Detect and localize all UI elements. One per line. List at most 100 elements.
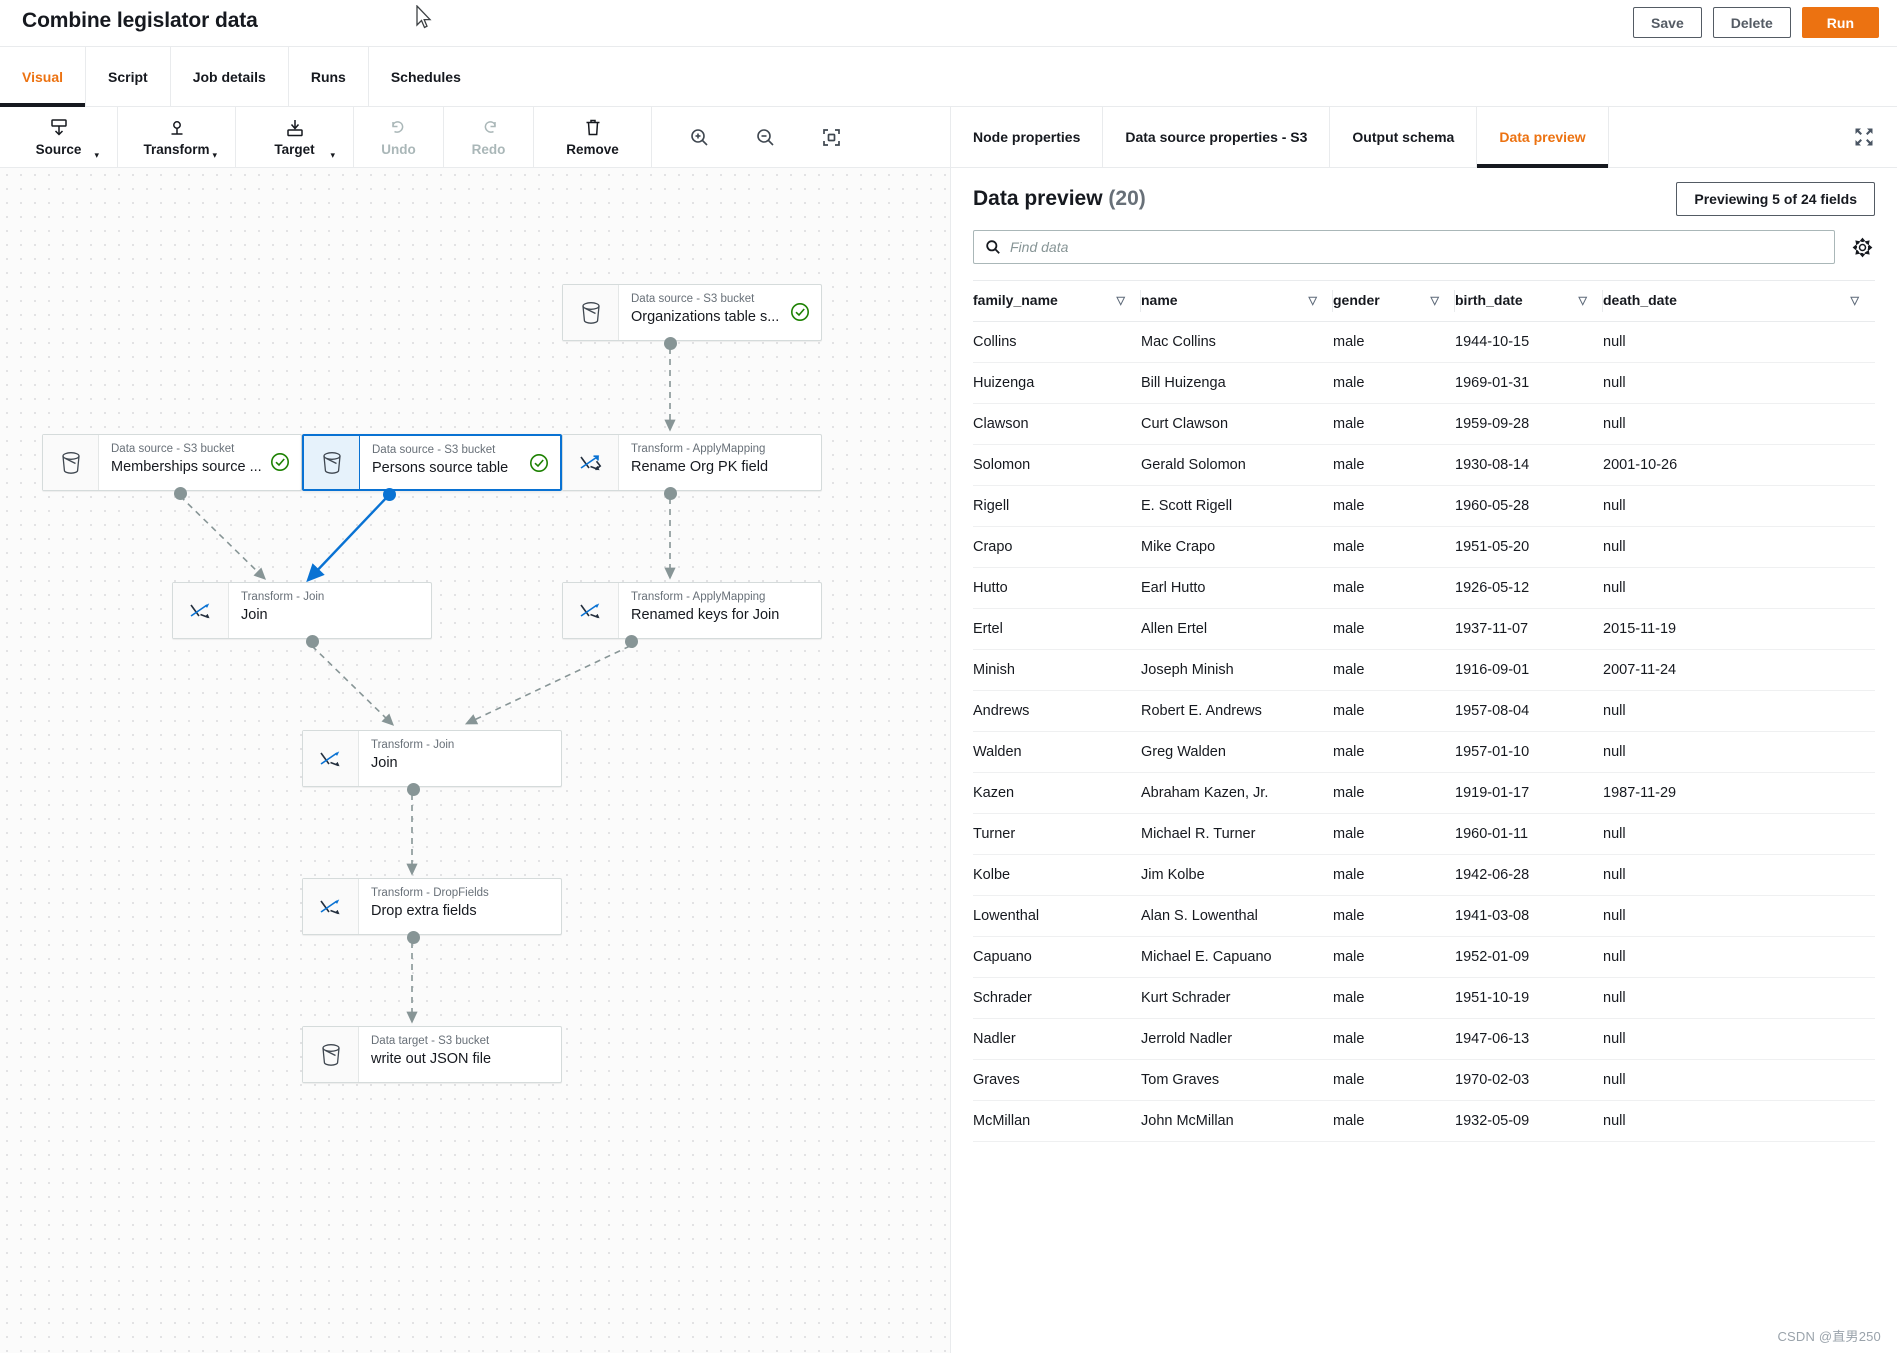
node-output-port[interactable] <box>407 931 420 944</box>
table-cell-name: Bill Huizenga <box>1141 362 1333 404</box>
column-header-gender[interactable]: gender ▽ <box>1333 280 1455 322</box>
table-cell-death-date: 2007-11-24 <box>1603 649 1875 691</box>
table-cell-gender: male <box>1333 1100 1455 1142</box>
table-row[interactable]: Lowenthal Alan S. Lowenthal male 1941-03-08… <box>973 895 1875 937</box>
node-output-port[interactable] <box>383 488 396 501</box>
sort-triangle-icon[interactable]: ▽ <box>1431 294 1439 307</box>
table-row[interactable]: Capuano Michael E. Capuano male 1952-01-09 n… <box>973 936 1875 978</box>
table-row[interactable]: Crapo Mike Crapo male 1951-05-20 null <box>973 526 1875 568</box>
graph-node-organizations-source[interactable]: Data source - S3 bucket Organizations ta… <box>562 284 822 350</box>
expand-panel-button[interactable] <box>1851 124 1877 150</box>
graph-node-write-out-json-file[interactable]: Data target - S3 bucket write out JSON f… <box>302 1026 562 1083</box>
column-header-name[interactable]: name ▽ <box>1141 280 1333 322</box>
zoom-out-button[interactable] <box>732 107 798 167</box>
table-cell-name: Kurt Schrader <box>1141 977 1333 1019</box>
search-box[interactable] <box>973 230 1835 264</box>
toolbar-redo-button[interactable]: Redo <box>444 107 534 167</box>
s3-bucket-icon <box>563 285 619 340</box>
graph-node-join-1[interactable]: Transform - Join Join <box>172 582 432 648</box>
table-cell-family-name: Lowenthal <box>973 895 1141 937</box>
tab-schedules[interactable]: Schedules <box>369 47 483 106</box>
table-row[interactable]: Solomon Gerald Solomon male 1930-08-14 2001-… <box>973 444 1875 486</box>
toolbar-source-button[interactable]: Source ▾ <box>0 107 118 167</box>
column-header-death-date[interactable]: death_date ▽ <box>1603 280 1875 322</box>
previewing-fields-button[interactable]: Previewing 5 of 24 fields <box>1676 182 1875 216</box>
toolbar-remove-label: Remove <box>566 142 619 157</box>
table-cell-name: Robert E. Andrews <box>1141 690 1333 732</box>
table-row[interactable]: McMillan John McMillan male 1932-05-09 null <box>973 1100 1875 1142</box>
table-row[interactable]: Turner Michael R. Turner male 1960-01-11 nul… <box>973 813 1875 855</box>
table-row[interactable]: Huizenga Bill Huizenga male 1969-01-31 null <box>973 362 1875 404</box>
column-label: family_name <box>973 292 1058 308</box>
delete-button[interactable]: Delete <box>1712 7 1791 38</box>
table-row[interactable]: Andrews Robert E. Andrews male 1957-08-04 nu… <box>973 690 1875 732</box>
run-button[interactable]: Run <box>1801 7 1879 38</box>
table-cell-family-name: McMillan <box>973 1100 1141 1142</box>
target-icon <box>286 120 303 137</box>
node-type-label: Data source - S3 bucket <box>631 293 755 305</box>
toolbar-transform-label: Transform <box>143 142 210 157</box>
table-row[interactable]: Schrader Kurt Schrader male 1951-10-19 null <box>973 977 1875 1019</box>
node-output-port[interactable] <box>664 337 677 350</box>
tab-output-schema[interactable]: Output schema <box>1330 107 1478 167</box>
preview-settings-button[interactable] <box>1849 234 1875 260</box>
visual-graph-canvas[interactable]: Data source - S3 bucket Memberships sour… <box>0 168 950 1353</box>
table-row[interactable]: Clawson Curt Clawson male 1959-09-28 null <box>973 403 1875 445</box>
toolbar-undo-button[interactable]: Undo <box>354 107 444 167</box>
toolbar-target-button[interactable]: Target ▾ <box>236 107 354 167</box>
column-header-family-name[interactable]: family_name ▽ <box>973 280 1141 322</box>
column-label: birth_date <box>1455 292 1523 308</box>
tab-script[interactable]: Script <box>86 47 171 106</box>
tab-runs[interactable]: Runs <box>289 47 369 106</box>
search-input[interactable] <box>1010 239 1823 255</box>
tab-data-source-properties[interactable]: Data source properties - S3 <box>1103 107 1331 167</box>
sort-triangle-icon[interactable]: ▽ <box>1309 294 1317 307</box>
graph-node-rename-org-pk-field[interactable]: Transform - ApplyMapping Rename Org PK f… <box>562 434 822 500</box>
zoom-in-button[interactable] <box>666 107 732 167</box>
node-output-port[interactable] <box>174 487 187 500</box>
table-row[interactable]: Minish Joseph Minish male 1916-09-01 2007-11… <box>973 649 1875 691</box>
tab-job-details[interactable]: Job details <box>171 47 289 106</box>
node-type-label: Data target - S3 bucket <box>371 1035 490 1047</box>
tab-node-properties[interactable]: Node properties <box>951 107 1104 167</box>
table-row[interactable]: Walden Greg Walden male 1957-01-10 null <box>973 731 1875 773</box>
sort-triangle-icon[interactable]: ▽ <box>1851 294 1859 307</box>
table-row[interactable]: Graves Tom Graves male 1970-02-03 null <box>973 1059 1875 1101</box>
table-cell-death-date: 2015-11-19 <box>1603 608 1875 650</box>
table-row[interactable]: Rigell E. Scott Rigell male 1960-05-28 null <box>973 485 1875 527</box>
graph-node-join-2[interactable]: Transform - Join Join <box>302 730 562 796</box>
sort-triangle-icon[interactable]: ▽ <box>1579 294 1587 307</box>
node-body: Transform - ApplyMapping Rename Org PK f… <box>619 435 821 490</box>
graph-node-drop-extra-fields[interactable]: Transform - DropFields Drop extra fields <box>302 878 562 944</box>
tab-data-preview[interactable]: Data preview <box>1477 107 1609 168</box>
transform-icon <box>171 121 182 135</box>
source-icon <box>50 119 67 136</box>
node-output-port[interactable] <box>407 783 420 796</box>
sort-triangle-icon[interactable]: ▽ <box>1117 294 1125 307</box>
graph-node-renamed-keys-for-join[interactable]: Transform - ApplyMapping Renamed keys fo… <box>562 582 822 648</box>
tab-visual[interactable]: Visual <box>0 47 86 107</box>
column-header-birth-date[interactable]: birth_date ▽ <box>1455 280 1603 322</box>
table-cell-name: Jerrold Nadler <box>1141 1018 1333 1060</box>
graph-node-memberships-source[interactable]: Data source - S3 bucket Memberships sour… <box>42 434 302 500</box>
table-row[interactable]: Collins Mac Collins male 1944-10-15 null <box>973 321 1875 363</box>
save-button[interactable]: Save <box>1633 7 1702 38</box>
table-cell-birth-date: 1937-11-07 <box>1455 608 1603 650</box>
toolbar-undo-label: Undo <box>381 142 416 157</box>
graph-node-persons-source[interactable]: Data source - S3 bucket Persons source t… <box>302 434 562 501</box>
fit-to-screen-button[interactable] <box>798 107 864 167</box>
node-body: Transform - ApplyMapping Renamed keys fo… <box>619 583 821 638</box>
table-cell-name: Alan S. Lowenthal <box>1141 895 1333 937</box>
table-cell-gender: male <box>1333 772 1455 814</box>
toolbar-remove-button[interactable]: Remove <box>534 107 652 167</box>
table-row[interactable]: Nadler Jerrold Nadler male 1947-06-13 null <box>973 1018 1875 1060</box>
table-row[interactable]: Ertel Allen Ertel male 1937-11-07 2015-11-19 <box>973 608 1875 650</box>
table-row[interactable]: Hutto Earl Hutto male 1926-05-12 null <box>973 567 1875 609</box>
node-output-port[interactable] <box>664 487 677 500</box>
table-row[interactable]: Kolbe Jim Kolbe male 1942-06-28 null <box>973 854 1875 896</box>
node-output-port[interactable] <box>625 635 638 648</box>
table-row[interactable]: Kazen Abraham Kazen, Jr. male 1919-01-17 198… <box>973 772 1875 814</box>
canvas-toolbar: Source ▾ Transform ▾ Target ▾ Undo Redo <box>0 107 950 168</box>
toolbar-transform-button[interactable]: Transform ▾ <box>118 107 236 167</box>
node-output-port[interactable] <box>306 635 319 648</box>
